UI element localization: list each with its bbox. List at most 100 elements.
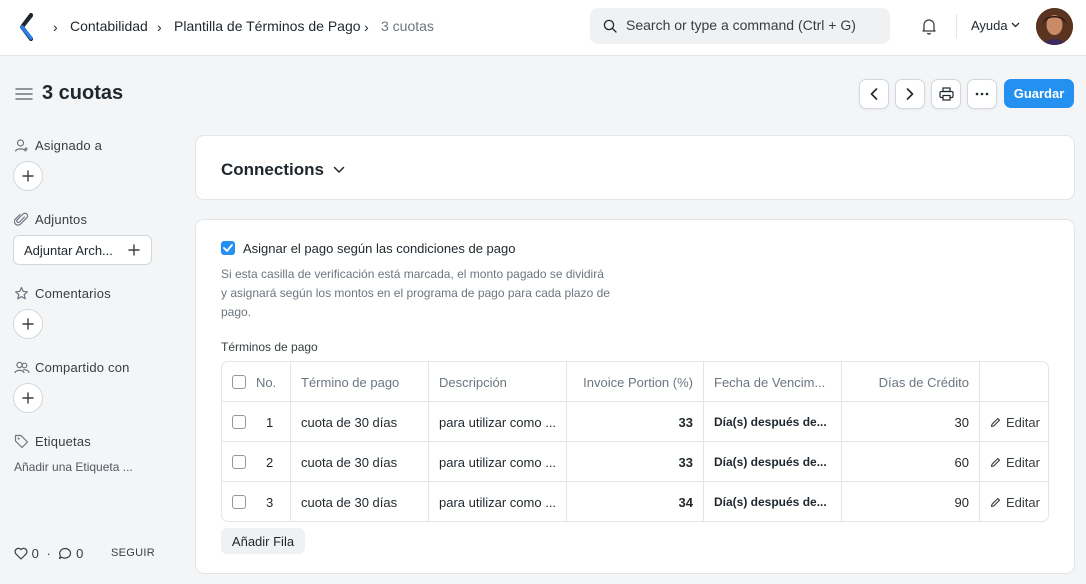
row-edit-label: Editar (1006, 454, 1040, 470)
breadcrumb-separator-icon: › (53, 19, 58, 35)
allocate-payment-checkbox[interactable] (221, 241, 235, 255)
printer-icon (938, 87, 954, 101)
chevron-down-icon[interactable] (1011, 22, 1020, 28)
table-row[interactable]: 3 cuota de 30 días para utilizar como ..… (222, 482, 1048, 521)
row-description[interactable]: para utilizar como ... (429, 442, 567, 482)
row-credit-days[interactable]: 90 (842, 482, 980, 521)
breadcrumb-contabilidad[interactable]: Contabilidad (70, 18, 148, 34)
tags-label: Etiquetas (35, 434, 92, 449)
attach-file-label: Adjuntar Arch... (24, 243, 113, 258)
table-header-row: No. Término de pago Descripción Invoice … (222, 362, 1048, 402)
paperclip-icon (14, 212, 29, 226)
row-edit-label: Editar (1006, 414, 1040, 430)
row-select-cell: 2 (222, 442, 291, 482)
logo-accent-icon (20, 14, 33, 40)
comments-label: Comentarios (35, 286, 111, 301)
row-invoice-portion[interactable]: 33 (567, 402, 704, 442)
attachments-label: Adjuntos (35, 212, 88, 227)
header-payment-term: Término de pago (291, 362, 429, 402)
avatar-image-icon (1036, 8, 1073, 45)
payment-terms-form-card: Asignar el pago según las condiciones de… (195, 219, 1075, 574)
row-number: 3 (266, 494, 274, 510)
add-assignee-button[interactable] (13, 161, 43, 191)
save-button[interactable]: Guardar (1004, 79, 1074, 108)
table-row[interactable]: 2 cuota de 30 días para utilizar como ..… (222, 442, 1048, 482)
more-actions-button[interactable] (967, 79, 997, 109)
row-edit-label: Editar (1006, 494, 1040, 510)
heart-icon[interactable] (14, 547, 28, 560)
comment-bubble-icon[interactable] (58, 547, 72, 560)
allocate-payment-description: Si esta casilla de verificación está mar… (221, 267, 610, 319)
row-edit-cell: Editar (980, 482, 1048, 521)
pencil-icon (990, 457, 1001, 467)
row-edit-cell: Editar (980, 402, 1048, 442)
row-credit-days[interactable]: 30 (842, 402, 980, 442)
row-payment-term[interactable]: cuota de 30 días (291, 442, 429, 482)
navbar-divider (956, 14, 957, 38)
page-title: 3 cuotas (42, 82, 124, 104)
users-shared-icon (14, 361, 30, 374)
payment-terms-label: Términos de pago (221, 340, 318, 354)
row-checkbox[interactable] (232, 415, 246, 429)
checkmark-icon (223, 244, 233, 252)
row-number: 2 (266, 454, 274, 470)
row-invoice-portion[interactable]: 34 (567, 482, 704, 521)
shared-with-label: Compartido con (35, 360, 130, 375)
row-select-cell: 1 (222, 402, 291, 442)
row-due-date[interactable]: Día(s) después de... (704, 482, 842, 521)
follow-button[interactable]: SEGUIR (111, 547, 155, 559)
breadcrumb-payment-terms-template[interactable]: Plantilla de Términos de Pago (174, 18, 361, 34)
row-checkbox[interactable] (232, 455, 246, 469)
table-row[interactable]: 1 cuota de 30 días para utilizar como ..… (222, 402, 1048, 442)
print-button[interactable] (931, 79, 961, 109)
row-due-date[interactable]: Día(s) después de... (704, 442, 842, 482)
next-document-button[interactable] (895, 79, 925, 109)
add-tag-link[interactable]: Añadir una Etiqueta ... (14, 460, 133, 474)
row-edit-button[interactable]: Editar (990, 495, 1040, 510)
chevron-down-icon[interactable] (333, 166, 345, 174)
add-share-button[interactable] (13, 383, 43, 413)
search-input[interactable] (626, 17, 876, 33)
connections-title[interactable]: Connections (221, 160, 324, 180)
row-checkbox[interactable] (232, 495, 246, 509)
user-avatar[interactable] (1036, 8, 1073, 45)
plus-icon (128, 244, 140, 256)
sidebar-toggle-icon[interactable] (15, 86, 33, 102)
row-payment-term[interactable]: cuota de 30 días (291, 482, 429, 521)
header-actions (980, 362, 1048, 402)
help-menu[interactable]: Ayuda (971, 18, 1008, 33)
payment-terms-table: No. Término de pago Descripción Invoice … (221, 361, 1049, 522)
row-select-cell: 3 (222, 482, 291, 521)
notification-bell-icon[interactable] (920, 17, 938, 35)
add-comment-button[interactable] (13, 309, 43, 339)
plus-icon (22, 392, 34, 404)
pencil-icon (990, 497, 1001, 507)
navbar: › Contabilidad › Plantilla de Términos d… (0, 0, 1086, 56)
chevron-right-icon (906, 88, 914, 100)
breadcrumb-current: 3 cuotas (381, 18, 434, 34)
row-edit-button[interactable]: Editar (990, 455, 1040, 470)
header-credit-days: Días de Crédito (842, 362, 980, 402)
row-due-date[interactable]: Día(s) después de... (704, 402, 842, 442)
search-bar[interactable] (590, 8, 890, 44)
header-due-date: Fecha de Vencim... (704, 362, 842, 402)
header-no-cell: No. (222, 362, 291, 402)
previous-document-button[interactable] (859, 79, 889, 109)
header-invoice-portion: Invoice Portion (%) (567, 362, 704, 402)
row-description[interactable]: para utilizar como ... (429, 402, 567, 442)
header-description: Descripción (429, 362, 567, 402)
row-credit-days[interactable]: 60 (842, 442, 980, 482)
allocate-payment-label[interactable]: Asignar el pago según las condiciones de… (243, 241, 515, 256)
row-invoice-portion[interactable]: 33 (567, 442, 704, 482)
attach-file-button[interactable]: Adjuntar Arch... (13, 235, 152, 265)
header-no: No. (256, 374, 277, 390)
pencil-icon (990, 417, 1001, 427)
add-row-button[interactable]: Añadir Fila (221, 528, 305, 554)
more-horizontal-icon (975, 92, 989, 96)
likes-count: 0 (31, 546, 39, 561)
row-payment-term[interactable]: cuota de 30 días (291, 402, 429, 442)
row-edit-button[interactable]: Editar (990, 415, 1040, 430)
row-description[interactable]: para utilizar como ... (429, 482, 567, 521)
select-all-checkbox[interactable] (232, 375, 246, 389)
plus-icon (22, 318, 34, 330)
